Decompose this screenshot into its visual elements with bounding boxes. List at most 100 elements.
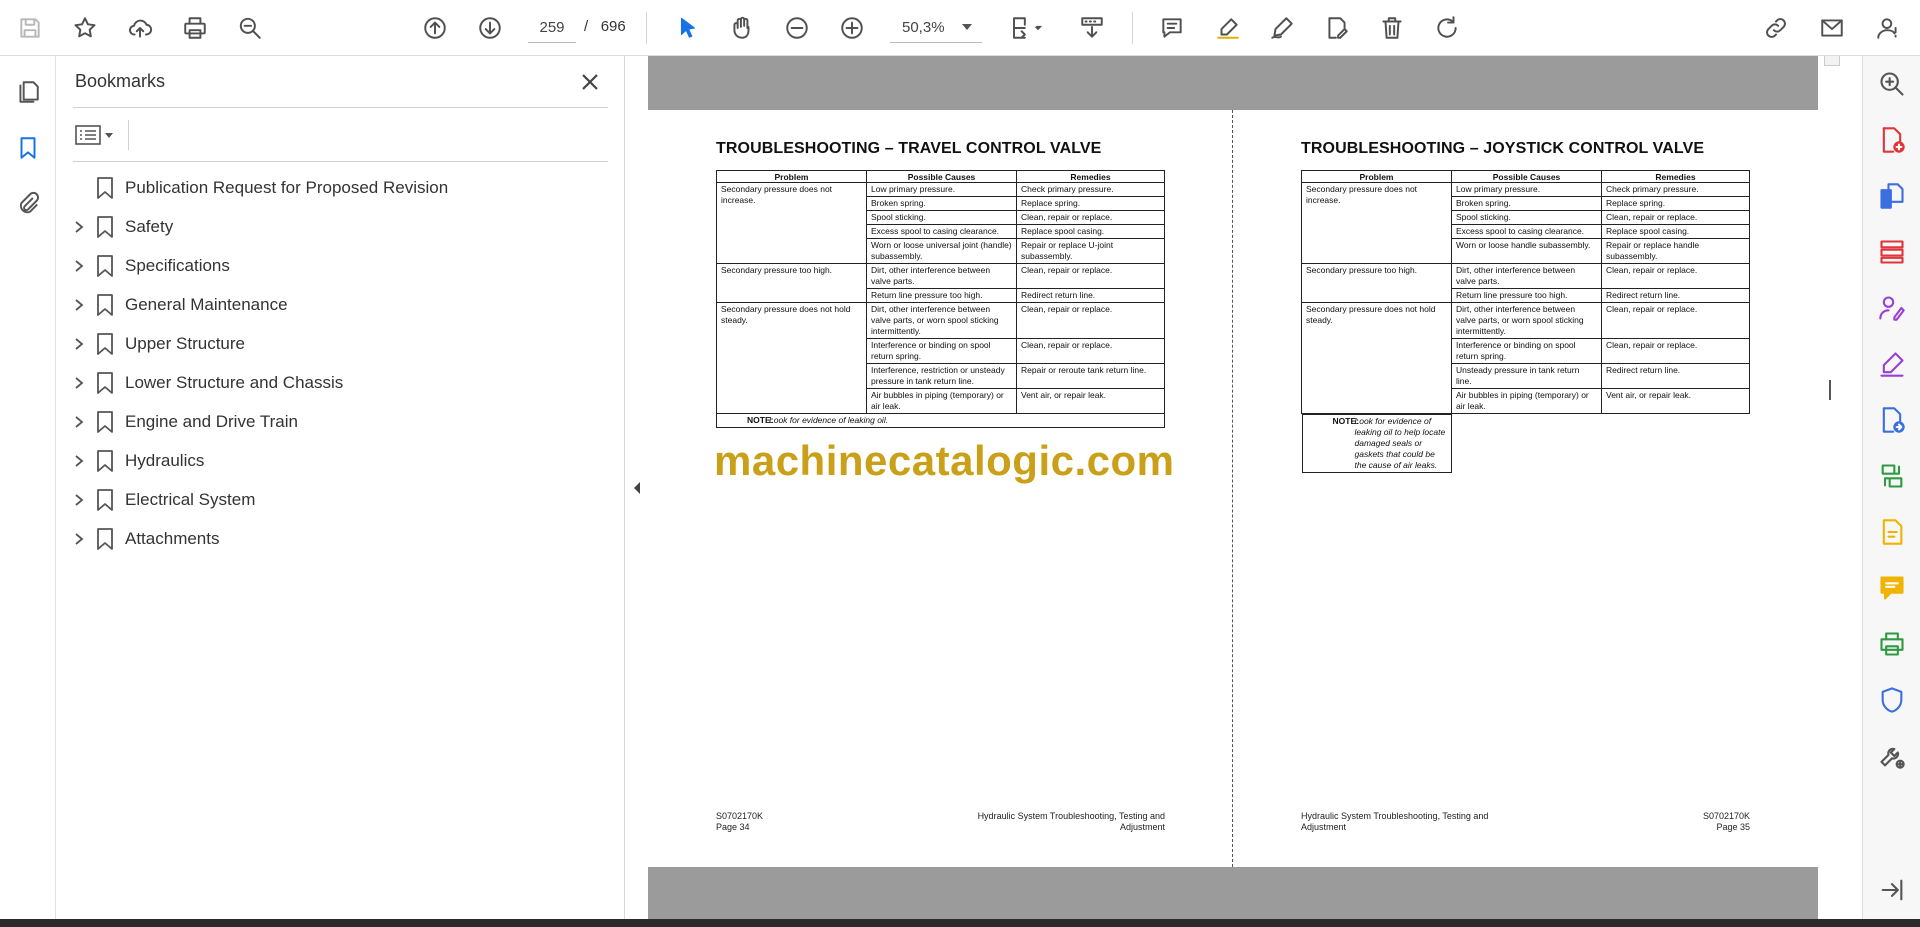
scrollbar-thumb[interactable] [1824,56,1840,66]
email-icon[interactable] [1814,10,1850,46]
comment-tool-icon[interactable] [1876,572,1908,604]
upload-icon[interactable] [122,10,158,46]
rotate-icon[interactable] [1429,10,1465,46]
zoom-in-icon[interactable] [834,10,870,46]
chevron-right-icon[interactable] [72,298,86,312]
chevron-right-icon[interactable] [72,493,86,507]
star-icon[interactable] [67,10,103,46]
page-footer-left: Hydraulic System Troubleshooting, Testin… [1301,811,1488,833]
page-down-icon[interactable] [472,10,508,46]
cause-cell: Worn or loose universal joint (handle) s… [866,238,1017,264]
select-cursor-icon[interactable] [670,10,706,46]
account-icon[interactable] [1870,10,1906,46]
bookmark-label: Electrical System [125,489,256,509]
combine-files-icon[interactable] [1876,180,1908,212]
zoom-dropdown-caret[interactable] [962,24,972,30]
total-pages: 696 [600,18,626,35]
bookmark-options-button[interactable] [75,120,121,150]
zoom-search-icon[interactable] [232,10,268,46]
fill-sign-icon[interactable] [1876,348,1908,380]
table-header: Remedies [1601,170,1750,183]
cause-cell: Return line pressure too high. [866,288,1017,303]
bookmark-item[interactable]: Specifications [56,246,625,285]
bookmark-item[interactable]: Lower Structure and Chassis [56,363,625,402]
note-cell: NOTE:Look for evidence of leaking oil. [716,413,1165,428]
bookmark-icon [96,488,114,511]
chevron-right-icon[interactable] [72,220,86,234]
document-page-right: TROUBLESHOOTING – JOYSTICK CONTROL VALVE… [1233,110,1818,867]
share-link-icon[interactable] [1758,10,1794,46]
remedy-cell: Replace spool casing. [1016,224,1165,239]
bookmark-item[interactable]: Electrical System [56,480,625,519]
bookmarks-icon[interactable] [8,128,48,168]
search-enhance-icon[interactable] [1876,68,1908,100]
remedy-cell: Clean, repair or replace. [1601,263,1750,289]
scroll-position-indicator[interactable] [1829,380,1831,400]
organize-pages-icon[interactable] [1876,236,1908,268]
collapse-left-panel-icon[interactable] [632,478,642,498]
chevron-right-icon[interactable] [72,532,86,546]
table-note-row: NOTE:Look for evidence of leaking oil. [716,413,1165,428]
delete-icon[interactable] [1374,10,1410,46]
chevron-right-icon[interactable] [72,454,86,468]
chevron-down-icon [105,132,113,138]
create-pdf-icon[interactable] [1876,124,1908,156]
table-header: Possible Causes [866,170,1017,183]
scroll-mode-icon[interactable] [1074,10,1110,46]
bookmark-item[interactable]: Attachments [56,519,625,558]
bookmark-item[interactable]: Hydraulics [56,441,625,480]
close-icon[interactable] [576,68,604,96]
page-up-icon[interactable] [417,10,453,46]
troubleshooting-table: Problem Possible Causes Remedies Seconda… [1301,170,1750,473]
bookmark-item[interactable]: Engine and Drive Train [56,402,625,441]
bookmark-icon [96,449,114,472]
comment-icon[interactable] [1154,10,1190,46]
bookmark-label: Publication Request for Proposed Revisio… [125,177,449,197]
sign-icon[interactable] [1264,10,1300,46]
fit-page-icon[interactable] [1003,10,1051,46]
page-gutter [648,56,1818,110]
page-thumbnails-icon[interactable] [8,72,48,112]
bookmark-icon [96,215,114,238]
cause-cell: Worn or loose handle subassembly. [1451,238,1602,264]
page-footer-right: S0702170K Page 35 [1513,811,1750,833]
compress-icon[interactable] [1876,460,1908,492]
vertical-scrollbar[interactable] [1818,56,1862,919]
bookmark-item[interactable]: General Maintenance [56,285,625,324]
request-signature-icon[interactable] [1876,292,1908,324]
note-label: NOTE: [747,415,774,425]
page-number-input[interactable] [528,13,576,43]
edit-icon[interactable] [1319,10,1355,46]
chevron-right-icon[interactable] [72,337,86,351]
page-heading: TROUBLESHOOTING – TRAVEL CONTROL VALVE [716,140,1102,157]
problem-cell: Secondary pressure too high. [716,263,867,303]
table-header: Remedies [1016,170,1165,183]
print-icon[interactable] [177,10,213,46]
chevron-right-icon[interactable] [72,376,86,390]
cause-cell: Dirt, other interference between valve p… [866,263,1017,289]
expand-panel-icon[interactable] [1876,874,1908,906]
bookmark-icon [96,293,114,316]
highlight-icon[interactable] [1210,10,1246,46]
main-toolbar: / 696 [0,0,1920,56]
problem-cell: Secondary pressure does not increase. [1301,182,1452,264]
cause-cell: Return line pressure too high. [1451,288,1602,303]
more-tools-icon[interactable] [1876,740,1908,772]
zoom-out-icon[interactable] [779,10,815,46]
bookmark-item[interactable]: Publication Request for Proposed Revisio… [56,168,625,207]
hand-icon[interactable] [724,10,760,46]
bookmark-item[interactable]: Upper Structure [56,324,625,363]
export-pdf-icon[interactable] [1876,404,1908,436]
scan-ocr-icon[interactable] [1876,628,1908,660]
protect-icon[interactable] [1876,684,1908,716]
cause-cell: Interference or binding on spool return … [1451,338,1602,364]
bookmark-item[interactable]: Safety [56,207,625,246]
remedy-cell: Repair or replace U-joint subassembly. [1016,238,1165,264]
chevron-right-icon[interactable] [72,259,86,273]
attachments-icon[interactable] [8,184,48,224]
chevron-right-icon[interactable] [72,415,86,429]
save-icon[interactable] [12,10,48,46]
convert-icon[interactable] [1876,516,1908,548]
bookmark-label: Hydraulics [125,450,205,470]
page-total: / 696 [584,18,626,35]
